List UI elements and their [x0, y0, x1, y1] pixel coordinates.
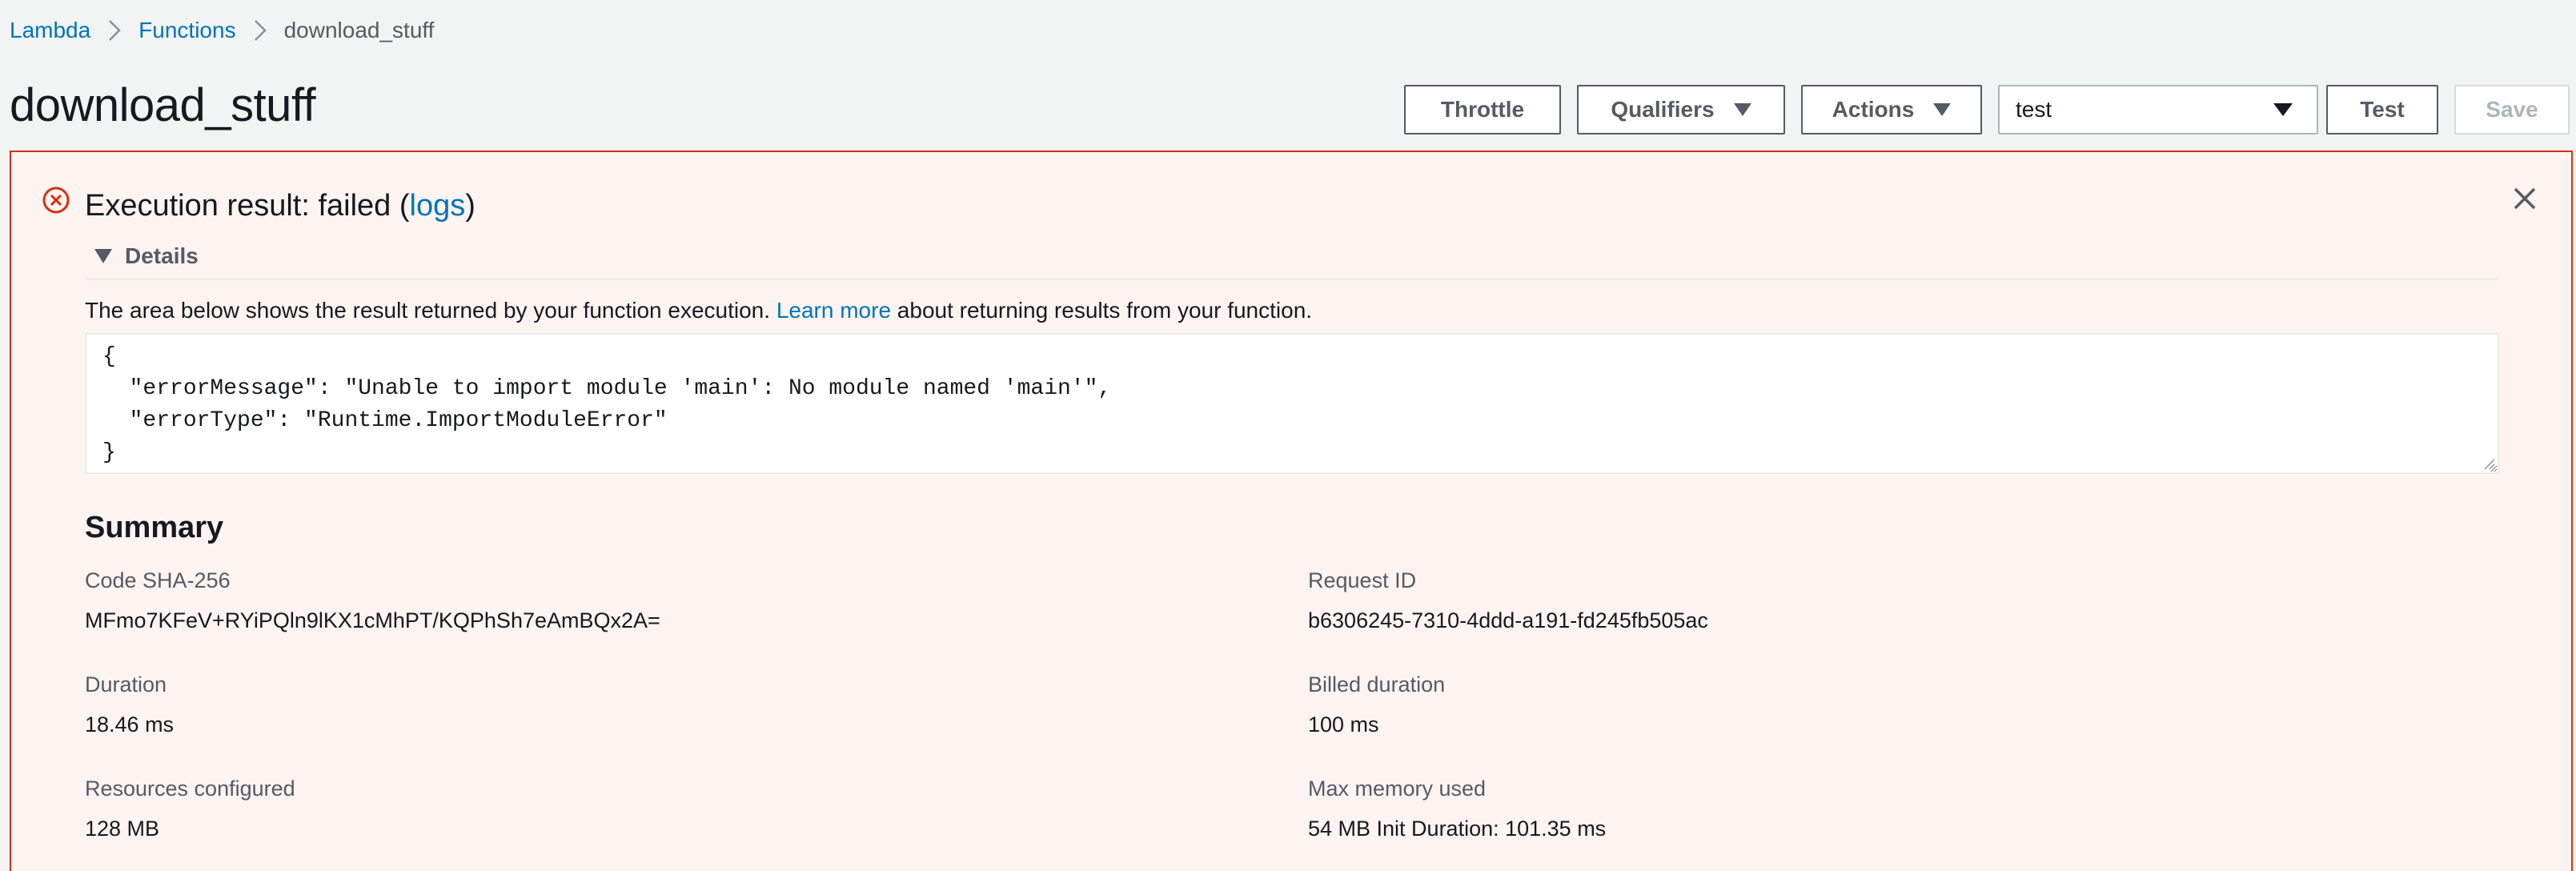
actions-button-label: Actions — [1832, 97, 1915, 122]
result-title-prefix: Execution result: failed ( — [85, 189, 410, 223]
execution-result-title: Execution result: failed (logs) — [85, 189, 475, 223]
request-id-value: b6306245-7310-4ddd-a191-fd245fb505ac — [1308, 608, 1708, 632]
chevron-right-icon — [236, 14, 284, 46]
details-label: Details — [125, 243, 199, 268]
max-memory-used-value: 54 MB Init Duration: 101.35 ms — [1308, 817, 1607, 841]
duration-label: Duration — [85, 672, 167, 696]
max-memory-used-label: Max memory used — [1308, 777, 1487, 801]
caret-down-solid-icon — [94, 249, 112, 263]
resources-configured-value: 128 MB — [85, 817, 160, 841]
test-button[interactable]: Test — [2326, 85, 2438, 134]
divider — [85, 279, 2499, 280]
result-title-suffix: ) — [465, 189, 475, 223]
test-event-select[interactable]: test — [1998, 85, 2318, 134]
logs-link[interactable]: logs — [410, 189, 466, 223]
caret-down-solid-icon — [2273, 103, 2293, 116]
description-text-before: The area below shows the result returned… — [85, 298, 776, 323]
error-circle-icon — [42, 187, 70, 214]
caret-down-icon — [1933, 103, 1952, 116]
billed-duration-label: Billed duration — [1308, 672, 1446, 696]
description-text-after: about returning results from your functi… — [891, 298, 1313, 323]
throttle-button-label: Throttle — [1440, 97, 1525, 122]
breadcrumb-lambda-link[interactable]: Lambda — [10, 18, 90, 43]
code-line: } — [102, 440, 116, 465]
learn-more-link[interactable]: Learn more — [776, 298, 891, 323]
result-output-textarea[interactable]: { "errorMessage": "Unable to import modu… — [85, 333, 2499, 474]
page-title: download_stuff — [10, 79, 316, 131]
save-button[interactable]: Save — [2454, 85, 2570, 134]
code-sha-value: MFmo7KFeV+RYiPQln9lKX1cMhPT/KQPhSh7eAmBQ… — [85, 608, 660, 632]
code-line: "errorMessage": "Unable to import module… — [102, 376, 1112, 401]
actions-dropdown-button[interactable]: Actions — [1801, 85, 1982, 134]
billed-duration-value: 100 ms — [1308, 712, 1379, 737]
code-line: "errorType": "Runtime.ImportModuleError" — [102, 408, 668, 433]
breadcrumb: Lambda Functions download_stuff — [10, 14, 434, 46]
breadcrumb-current: download_stuff — [283, 18, 435, 42]
throttle-button[interactable]: Throttle — [1404, 85, 1561, 134]
request-id-label: Request ID — [1308, 568, 1417, 592]
code-line: { — [102, 344, 116, 369]
save-button-label: Save — [2486, 97, 2538, 122]
test-button-label: Test — [2360, 97, 2405, 122]
execution-result-panel: Execution result: failed (logs) Details … — [10, 151, 2573, 871]
caret-down-icon — [1733, 103, 1751, 116]
qualifiers-dropdown-button[interactable]: Qualifiers — [1577, 85, 1785, 134]
qualifiers-button-label: Qualifiers — [1611, 97, 1715, 122]
resize-handle-icon[interactable] — [2482, 456, 2496, 471]
summary-title: Summary — [85, 511, 224, 544]
duration-value: 18.46 ms — [85, 712, 175, 737]
breadcrumb-functions-link[interactable]: Functions — [138, 18, 235, 43]
code-sha-label: Code SHA-256 — [85, 568, 231, 592]
test-event-selected-value: test — [2016, 97, 2052, 122]
details-toggle[interactable]: Details — [94, 243, 199, 269]
resources-configured-label: Resources configured — [85, 777, 295, 801]
close-icon[interactable] — [2510, 184, 2539, 213]
chevron-right-icon — [90, 14, 138, 46]
result-description: The area below shows the result returned… — [85, 298, 1312, 323]
